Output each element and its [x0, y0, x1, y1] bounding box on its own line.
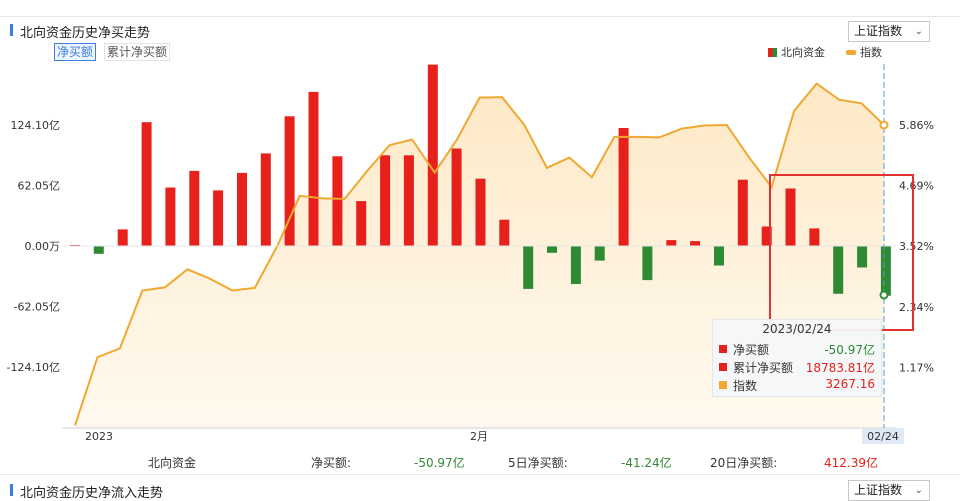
tooltip-value: 18783.81亿	[805, 361, 875, 375]
bar	[308, 91, 319, 247]
summary-5d-value: -41.24亿	[621, 456, 672, 470]
y-left-tick-label: 124.10亿	[11, 119, 61, 132]
bar	[642, 246, 653, 281]
bar	[833, 246, 844, 294]
tooltip-swatch	[719, 381, 727, 389]
section-title: 北向资金历史净流入走势	[20, 486, 164, 501]
bar	[809, 228, 820, 246]
bar	[213, 190, 224, 246]
summary-5d-label: 5日净买额:	[508, 456, 568, 470]
bar	[785, 188, 796, 246]
section-divider	[0, 474, 960, 475]
bar	[93, 246, 104, 254]
bar	[380, 155, 391, 246]
tooltip-swatch	[719, 345, 727, 353]
y-left-tick-label: -124.10亿	[7, 361, 60, 374]
bar	[690, 241, 701, 246]
tooltip-value: -50.97亿	[824, 343, 875, 357]
bar	[165, 187, 176, 246]
summary-net-buy-label: 净买额:	[311, 456, 352, 470]
y-left-tick-label: 0.00万	[25, 240, 61, 253]
summary-20d-value: 412.39亿	[824, 456, 878, 470]
bar	[714, 246, 724, 266]
x-tick-label: 2023	[85, 430, 113, 443]
tooltip-swatch	[719, 363, 727, 371]
tooltip-row-cumulative: 累计净买额 18783.81亿	[719, 359, 875, 375]
y-right-tick-label: 5.86%	[899, 119, 934, 132]
y-right-tick-label: 4.69%	[899, 180, 934, 193]
y-right-tick-label: 1.17%	[899, 362, 934, 375]
tooltip-row-net-buy: 净买额 -50.97亿	[719, 341, 875, 357]
bar	[618, 128, 629, 246]
bar	[427, 64, 438, 246]
y-right-tick-label: 2.34%	[899, 301, 934, 314]
bar-cursor-point	[879, 290, 889, 300]
bar	[356, 201, 367, 246]
index-cursor-point	[879, 120, 889, 130]
tooltip-label: 累计净买额	[733, 361, 794, 375]
y-left-tick-label: 62.05亿	[18, 180, 61, 193]
bar	[737, 179, 748, 246]
x-tick-label: 2月	[470, 430, 488, 443]
tooltip-value: 3267.16	[825, 377, 875, 391]
chart-tooltip: 2023/02/24 净买额 -50.97亿 累计净买额 18783.81亿 指…	[712, 319, 882, 397]
bar	[880, 246, 891, 296]
bar	[547, 246, 557, 253]
bar	[523, 246, 534, 289]
bar	[117, 229, 128, 246]
tooltip-row-index: 指数 3267.16	[719, 377, 875, 393]
bar	[475, 178, 486, 246]
tooltip-label: 净买额	[733, 343, 770, 357]
bar	[499, 219, 510, 246]
bar	[857, 246, 868, 268]
bar	[260, 153, 271, 246]
bar	[451, 148, 462, 246]
bar	[332, 156, 343, 246]
tooltip-label: 指数	[733, 379, 758, 393]
chevron-down-icon: ⌄	[914, 485, 923, 496]
section-marker	[10, 484, 13, 496]
tooltip-date: 2023/02/24	[762, 322, 832, 336]
index-select[interactable]: 上证指数 ⌄	[848, 480, 930, 501]
summary-20d-label: 20日净买额:	[710, 456, 778, 470]
summary-net-buy-value: -50.97亿	[414, 456, 465, 470]
bar	[141, 122, 152, 246]
y-left-tick-label: -62.05亿	[14, 301, 60, 314]
bar	[666, 240, 677, 246]
bar	[403, 155, 414, 246]
bar	[189, 170, 200, 246]
summary-name: 北向资金	[148, 456, 197, 470]
y-right-tick-label: 3.52%	[899, 240, 934, 253]
x-tick-label: 02/24	[867, 430, 899, 443]
bar	[237, 172, 247, 246]
bar	[594, 246, 605, 261]
northbound-chart: 124.10亿 62.05亿 0.00万 -62.05亿 -124.10亿 5.86% 4.…	[7, 64, 934, 444]
bar	[570, 246, 581, 284]
